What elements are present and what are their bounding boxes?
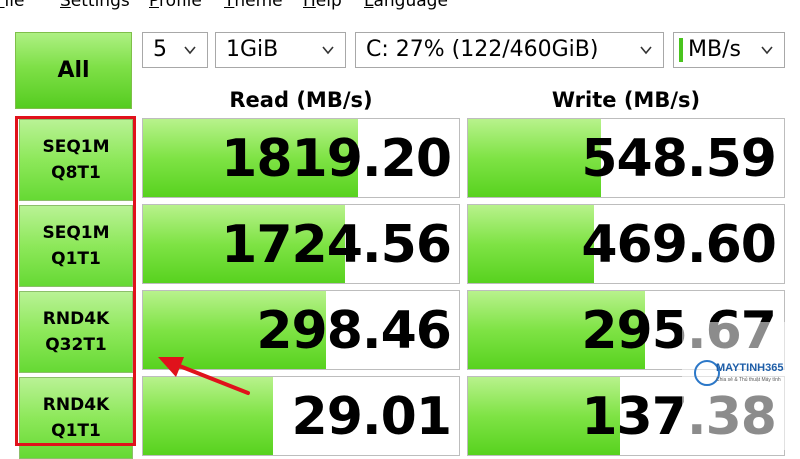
all-button[interactable]: All — [15, 32, 132, 109]
menu-language[interactable]: Language — [364, 0, 448, 11]
test-name: RND4K — [42, 395, 110, 415]
write-column-header: Write (MB/s) — [551, 88, 701, 112]
chevron-down-icon — [184, 46, 196, 55]
menu-bar: File Settings Profile Theme Help Languag… — [0, 0, 800, 13]
read-result-cell: 1819.20 — [142, 118, 460, 198]
menu-theme[interactable]: Theme — [224, 0, 283, 11]
read-result-value: 29.01 — [291, 387, 452, 447]
unit-value: MB/s — [688, 37, 741, 62]
annotation-arrow-icon — [158, 357, 250, 395]
read-result-value: 1819.20 — [221, 129, 452, 189]
read-column-header: Read (MB/s) — [229, 88, 373, 112]
read-result-value: 1724.56 — [221, 215, 452, 275]
menu-help[interactable]: Help — [303, 0, 342, 11]
test-button-rnd4k-q1t1[interactable]: RND4K Q1T1 — [19, 377, 133, 459]
menu-profile[interactable]: Profile — [149, 0, 202, 11]
write-result-value: 469.60 — [581, 215, 777, 275]
read-result-value: 298.46 — [256, 301, 452, 361]
drive-value: C: 27% (122/460GiB) — [366, 37, 599, 62]
write-result-value: 548.59 — [581, 129, 777, 189]
test-name: RND4K — [42, 309, 110, 329]
unit-select[interactable]: MB/s — [673, 32, 785, 68]
menu-file[interactable]: File — [0, 0, 24, 11]
test-queue: Q1T1 — [51, 421, 101, 441]
test-name: SEQ1M — [42, 137, 110, 157]
write-progress-fill — [468, 205, 595, 283]
chevron-down-icon — [322, 46, 334, 55]
chevron-down-icon — [761, 46, 773, 55]
test-count-select[interactable]: 5 — [142, 32, 208, 68]
test-name: SEQ1M — [42, 223, 110, 243]
test-button-seq1m-q8t1[interactable]: SEQ1M Q8T1 — [19, 119, 133, 201]
test-button-rnd4k-q32t1[interactable]: RND4K Q32T1 — [19, 291, 133, 373]
watermark-tagline: Chia sẻ & Thủ thuật Máy tính — [716, 377, 781, 383]
read-result-cell: 1724.56 — [142, 204, 460, 284]
menu-settings[interactable]: Settings — [60, 0, 130, 11]
watermark-logo: MAYTINH365 Chia sẻ & Thủ thuật Máy tính — [682, 322, 800, 450]
test-queue: Q32T1 — [45, 335, 107, 355]
write-result-cell: 548.59 — [467, 118, 785, 198]
test-size-select[interactable]: 1GiB — [215, 32, 346, 68]
write-result-cell: 469.60 — [467, 204, 785, 284]
test-queue: Q1T1 — [51, 249, 101, 269]
test-count-value: 5 — [153, 37, 167, 62]
test-size-value: 1GiB — [226, 37, 279, 62]
watermark-brand: MAYTINH365 — [716, 362, 784, 374]
drive-select[interactable]: C: 27% (122/460GiB) — [355, 32, 664, 68]
test-queue: Q8T1 — [51, 163, 101, 183]
test-button-seq1m-q1t1[interactable]: SEQ1M Q1T1 — [19, 205, 133, 287]
chevron-down-icon — [640, 46, 652, 55]
unit-indicator-bar — [679, 38, 683, 62]
